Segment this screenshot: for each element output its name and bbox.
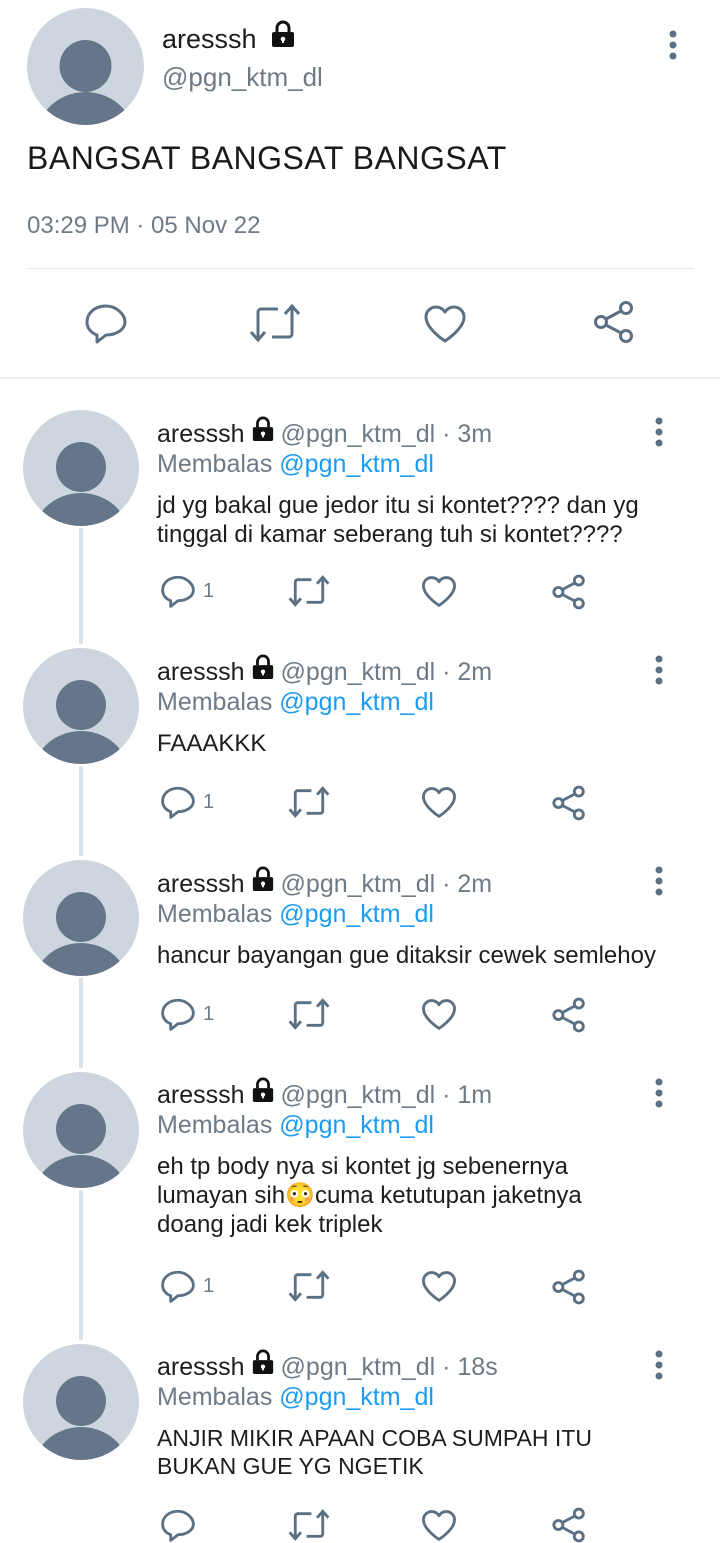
replying-to: Membalas @pgn_ktm_dl [157, 900, 434, 929]
main-handle: @pgn_ktm_dl [162, 62, 323, 92]
main-timestamp: 03:29 PM · 05 Nov 22 [27, 212, 261, 239]
mention-link[interactable]: @pgn_ktm_dl [279, 688, 434, 716]
share-icon[interactable] [551, 785, 587, 821]
replying-to-label: Membalas [157, 1111, 273, 1139]
replying-to: Membalas @pgn_ktm_dl [157, 1111, 434, 1140]
main-tweet-text: BANGSAT BANGSAT BANGSAT [27, 140, 507, 176]
more-options-icon[interactable] [649, 1074, 669, 1114]
lock-icon [251, 1349, 275, 1382]
divider [27, 268, 694, 269]
reply-header: aresssh @pgn_ktm_dl · 3m [157, 416, 493, 452]
reply-text: FAAAKKK [157, 730, 267, 757]
reply-header: aresssh @pgn_ktm_dl · 1m [157, 1077, 493, 1113]
lock-icon [251, 416, 275, 449]
thread-line [79, 1190, 83, 1340]
reply-avatar[interactable] [23, 860, 139, 976]
reply-display-name[interactable]: aresssh [157, 420, 245, 448]
more-options-icon[interactable] [649, 1346, 669, 1386]
replying-to: Membalas @pgn_ktm_dl [157, 688, 434, 717]
replying-to-label: Membalas [157, 450, 273, 478]
more-options-icon[interactable] [649, 651, 669, 691]
replying-to-label: Membalas [157, 688, 273, 716]
like-icon[interactable] [423, 304, 467, 344]
more-options-icon[interactable] [649, 413, 669, 453]
reply-display-name[interactable]: aresssh [157, 1353, 245, 1381]
reply-display-name[interactable]: aresssh [157, 658, 245, 686]
share-icon[interactable] [551, 997, 587, 1033]
reply-handle-time: @pgn_ktm_dl · 2m [280, 870, 493, 899]
lock-icon [251, 1077, 275, 1110]
share-icon[interactable] [551, 1269, 587, 1305]
reply-avatar[interactable] [23, 648, 139, 764]
reply-icon[interactable] [160, 997, 196, 1031]
reply-count: 1 [203, 791, 215, 813]
lock-icon [251, 866, 275, 899]
main-avatar[interactable] [27, 8, 144, 125]
reply-text: ANJIR MIKIR APAAN COBA SUMPAH ITU BUKAN … [157, 1425, 592, 1479]
reply-icon[interactable] [84, 302, 128, 344]
reply-avatar[interactable] [23, 410, 139, 526]
reply-header: aresssh @pgn_ktm_dl · 18s [157, 1349, 498, 1385]
retweet-icon[interactable] [288, 574, 330, 608]
retweet-icon[interactable] [249, 302, 301, 344]
retweet-icon[interactable] [288, 1508, 330, 1542]
reply-text: jd yg bakal gue jedor itu si kontet???? … [157, 492, 639, 548]
like-icon[interactable] [421, 1270, 457, 1303]
reply-text: hancur bayangan gue ditaksir cewek semle… [157, 942, 656, 969]
like-icon[interactable] [421, 998, 457, 1031]
lock-icon [270, 20, 296, 55]
reply-avatar[interactable] [23, 1072, 139, 1188]
reply-handle-time: @pgn_ktm_dl · 1m [280, 1081, 493, 1110]
main-display-name[interactable]: aresssh [162, 20, 296, 57]
reply-icon[interactable] [160, 785, 196, 819]
reply-handle-time: @pgn_ktm_dl · 18s [280, 1353, 498, 1382]
thread-line [79, 528, 83, 644]
thread-line [79, 766, 83, 856]
replying-to-label: Membalas [157, 1383, 273, 1411]
reply-display-name[interactable]: aresssh [157, 870, 245, 898]
reply-text: eh tp body nya si kontet jg sebenernya l… [157, 1153, 582, 1238]
reply-avatar[interactable] [23, 1344, 139, 1460]
like-icon[interactable] [421, 786, 457, 819]
share-icon[interactable] [551, 1507, 587, 1543]
thread-line [79, 978, 83, 1068]
reply-count: 1 [203, 580, 215, 602]
replying-to-label: Membalas [157, 900, 273, 928]
mention-link[interactable]: @pgn_ktm_dl [279, 900, 434, 928]
section-divider [0, 377, 720, 379]
retweet-icon[interactable] [288, 997, 330, 1031]
retweet-icon[interactable] [288, 1269, 330, 1303]
mention-link[interactable]: @pgn_ktm_dl [279, 1383, 434, 1411]
retweet-icon[interactable] [288, 785, 330, 819]
reply-handle-time: @pgn_ktm_dl · 2m [280, 658, 493, 687]
like-icon[interactable] [421, 575, 457, 608]
main-display-name-text: aresssh [162, 24, 257, 54]
mention-link[interactable]: @pgn_ktm_dl [279, 450, 434, 478]
like-icon[interactable] [421, 1509, 457, 1542]
replying-to: Membalas @pgn_ktm_dl [157, 450, 434, 479]
share-icon[interactable] [551, 574, 587, 610]
reply-icon[interactable] [160, 574, 196, 608]
reply-header: aresssh @pgn_ktm_dl · 2m [157, 654, 493, 690]
reply-handle-time: @pgn_ktm_dl · 3m [280, 420, 493, 449]
reply-display-name[interactable]: aresssh [157, 1081, 245, 1109]
reply-count: 1 [203, 1275, 215, 1297]
share-icon[interactable] [592, 300, 636, 344]
more-options-icon[interactable] [649, 862, 669, 902]
more-options-icon[interactable] [663, 26, 683, 66]
reply-header: aresssh @pgn_ktm_dl · 2m [157, 866, 493, 902]
lock-icon [251, 654, 275, 687]
reply-count: 1 [203, 1003, 215, 1025]
replying-to: Membalas @pgn_ktm_dl [157, 1383, 434, 1412]
mention-link[interactable]: @pgn_ktm_dl [279, 1111, 434, 1139]
reply-icon[interactable] [160, 1508, 196, 1542]
reply-icon[interactable] [160, 1269, 196, 1303]
